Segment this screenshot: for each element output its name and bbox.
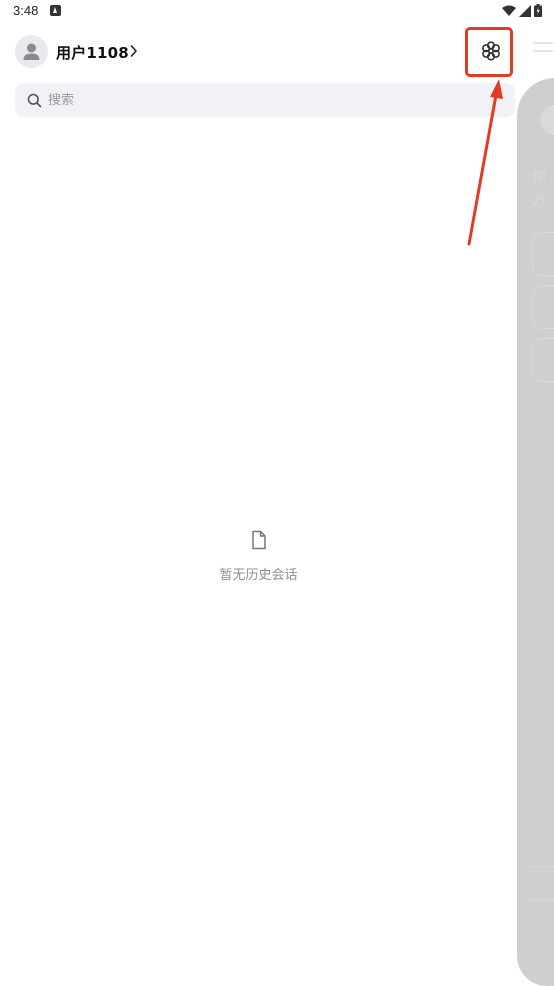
- underlay-divider-2: [528, 900, 554, 901]
- signal-icon: [519, 4, 531, 17]
- underlay-text-2: 方: [532, 193, 546, 209]
- empty-state-text: 暂无历史会话: [219, 568, 298, 583]
- battery-icon: [534, 4, 542, 17]
- empty-state: 暂无历史会话: [0, 530, 517, 583]
- annotation-arrow: [467, 79, 503, 246]
- underlay-card-2: [532, 285, 554, 329]
- underlay-card-1: [532, 232, 554, 276]
- chevron-right-icon[interactable]: [129, 44, 139, 58]
- search-icon: [27, 93, 42, 107]
- underlay-text-1: 你: [532, 169, 546, 185]
- user-icon: [23, 43, 40, 60]
- status-bar: 3:48: [0, 0, 554, 24]
- app-screen: 3:48 你 方 用户1108 搜索 暂无历史会话: [0, 0, 554, 986]
- notification-icon: [50, 5, 61, 16]
- search-input[interactable]: [48, 92, 468, 108]
- status-time: 3:48: [13, 3, 39, 18]
- annotation-highlight-box: [465, 27, 513, 77]
- underlay-divider: [528, 866, 554, 867]
- underlay-card-3: [532, 338, 554, 382]
- search-bar[interactable]: [15, 83, 515, 117]
- underlay-page[interactable]: [517, 78, 554, 986]
- avatar[interactable]: [15, 35, 48, 68]
- wifi-icon: [502, 5, 516, 16]
- document-icon: [251, 530, 266, 550]
- username[interactable]: 用户1108: [56, 42, 129, 63]
- status-icons: [502, 4, 542, 17]
